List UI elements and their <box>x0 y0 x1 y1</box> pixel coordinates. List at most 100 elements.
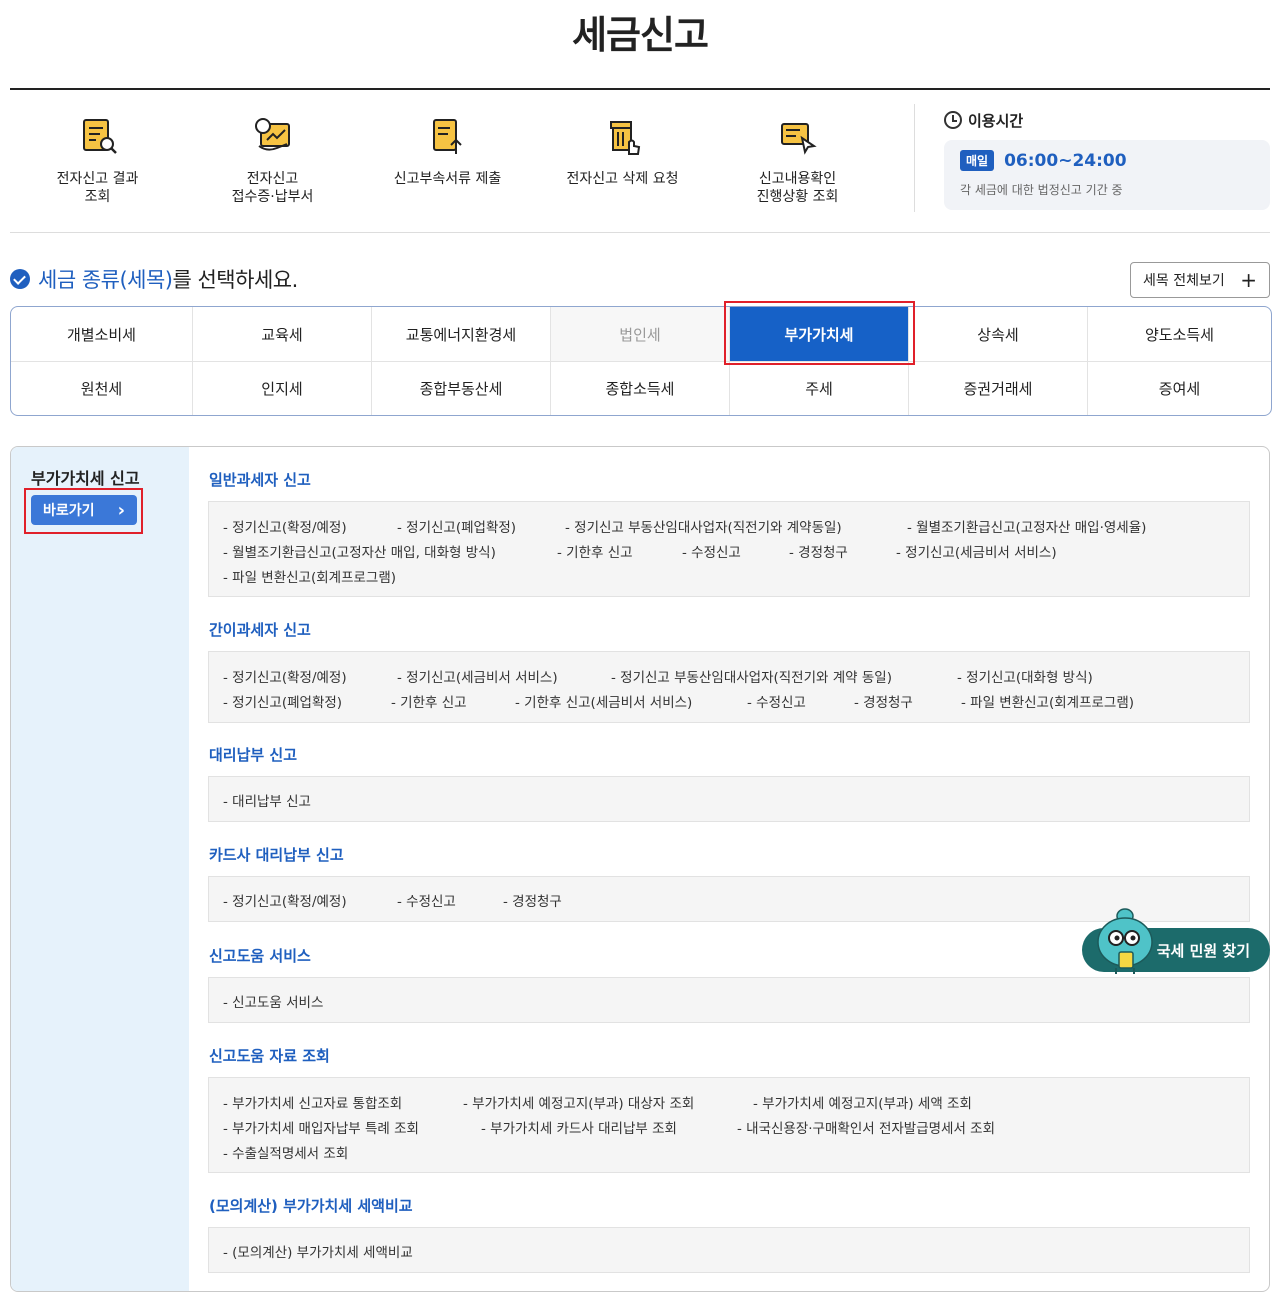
tax-tab-individual-consumption[interactable]: 개별소비세 <box>11 307 193 361</box>
section-box-help-service: - 신고도움 서비스 <box>208 977 1250 1023</box>
quick-menu-result-lookup[interactable]: 전자신고 결과 조회 <box>10 114 185 206</box>
link-item[interactable]: - 부가가치세 예정고지(부과) 세액 조회 <box>753 1092 972 1112</box>
section-title-general: 일반과세자 신고 <box>209 471 311 489</box>
link-item[interactable]: - 정기신고(세금비서 서비스) <box>896 541 1057 561</box>
link-item[interactable]: - 기한후 신고 <box>557 541 633 561</box>
service-hours: 이용시간 매일 06:00~24:00 각 세금에 대한 법정신고 기간 중 <box>944 108 1270 210</box>
quick-menu-attachment-submit[interactable]: 신고부속서류 제출 <box>360 114 535 188</box>
quick-menu-delete-request[interactable]: 전자신고 삭제 요청 <box>535 114 710 188</box>
link-item[interactable]: - 파일 변환신고(회계프로그램) <box>223 566 396 586</box>
link-item[interactable]: - 정기신고(대화형 방식) <box>957 666 1093 686</box>
plus-icon: + <box>1240 268 1257 292</box>
tax-select-heading-text: 를 선택하세요. <box>172 268 298 292</box>
daily-badge: 매일 <box>960 150 995 171</box>
link-item[interactable]: - 기한후 신고 <box>391 691 467 711</box>
section-divider <box>10 232 1270 233</box>
detail-side-title: 부가가치세 신고 <box>31 469 140 488</box>
link-item[interactable]: - 정기신고(폐업확정) <box>223 691 342 711</box>
section-title-help-data: 신고도움 자료 조회 <box>209 1047 330 1065</box>
tax-tab-liquor[interactable]: 주세 <box>730 361 909 415</box>
tax-tab-comprehensive-real-estate[interactable]: 종합부동산세 <box>372 361 551 415</box>
tax-service-finder-label: 국세 민원 찾기 <box>1156 941 1250 960</box>
quick-menu-label: 신고부속서류 제출 <box>393 171 502 187</box>
link-item[interactable]: - 수정신고 <box>397 890 456 910</box>
tax-select-heading: 세금 종류(세목)를 선택하세요. <box>10 264 298 294</box>
section-title-proxy-payment: 대리납부 신고 <box>209 746 298 764</box>
section-box-help-data: - 부가가치세 신고자료 통합조회 - 부가가치세 예정고지(부과) 대상자 조… <box>208 1077 1250 1173</box>
section-title-card-proxy: 카드사 대리납부 신고 <box>209 846 344 864</box>
link-item[interactable]: - 정기신고(확정/예정) <box>223 516 347 536</box>
service-hours-box: 매일 06:00~24:00 각 세금에 대한 법정신고 기간 중 <box>944 140 1270 210</box>
section-box-mock-calculation: - (모의계산) 부가가치세 세액비교 <box>208 1227 1250 1273</box>
section-box-simplified: - 정기신고(확정/예정) - 정기신고(세금비서 서비스) - 정기신고 부동… <box>208 651 1250 723</box>
link-item[interactable]: - 정기신고 부동산임대사업자(직전기와 계약 동일) <box>611 666 892 686</box>
view-all-tax-button[interactable]: 세목 전체보기 + <box>1130 262 1270 298</box>
quick-menu-label: 신고내용확인 진행상황 조회 <box>756 171 839 205</box>
quick-menu-label: 전자신고 결과 조회 <box>56 171 139 205</box>
document-upload-icon <box>432 119 462 154</box>
quick-menu: 전자신고 결과 조회 전자신고 접수증·납부서 신고부속서류 제출 전자신고 삭… <box>10 90 910 232</box>
receipt-icon <box>254 118 290 151</box>
tax-tab-corporate[interactable]: 법인세 <box>551 307 730 361</box>
link-item[interactable]: - 월별조기환급신고(고정자산 매입·영세율) <box>907 516 1146 536</box>
service-hours-header: 이용시간 <box>944 108 1270 132</box>
view-all-tax-label: 세목 전체보기 <box>1143 273 1225 289</box>
delete-request-icon <box>609 121 640 155</box>
quick-menu-progress-lookup[interactable]: 신고내용확인 진행상황 조회 <box>710 114 885 206</box>
link-item[interactable]: - 정기신고(폐업확정) <box>397 516 516 536</box>
link-item[interactable]: - 신고도움 서비스 <box>223 991 323 1011</box>
service-hours-title: 이용시간 <box>968 111 1024 130</box>
go-shortcut-label: 바로가기 <box>43 503 95 519</box>
link-item[interactable]: - (모의계산) 부가가치세 세액비교 <box>223 1241 413 1261</box>
section-title-simplified: 간이과세자 신고 <box>209 621 311 639</box>
section-title-help-service: 신고도움 서비스 <box>209 947 311 965</box>
tax-tab-inheritance[interactable]: 상속세 <box>909 307 1088 361</box>
link-item[interactable]: - 월별조기환급신고(고정자산 매입, 대화형 방식) <box>223 541 496 561</box>
link-item[interactable]: - 경정청구 <box>503 890 562 910</box>
link-item[interactable]: - 부가가치세 예정고지(부과) 대상자 조회 <box>463 1092 694 1112</box>
link-item[interactable]: - 정기신고 부동산임대사업자(직전기와 계약동일) <box>565 516 842 536</box>
section-box-proxy-payment: - 대리납부 신고 <box>208 776 1250 822</box>
link-item[interactable]: - 부가가치세 매입자납부 특례 조회 <box>223 1117 419 1137</box>
check-circle-icon <box>10 269 30 289</box>
mascot-icon <box>1097 908 1153 974</box>
link-item[interactable]: - 정기신고(세금비서 서비스) <box>397 666 558 686</box>
link-item[interactable]: - 내국신용장·구매확인서 전자발급명세서 조회 <box>737 1117 995 1137</box>
chevron-right-icon: › <box>117 499 125 521</box>
progress-check-icon <box>780 123 817 155</box>
tax-tab-securities-transaction[interactable]: 증권거래세 <box>909 361 1088 415</box>
link-item[interactable]: - 경정청구 <box>789 541 848 561</box>
tax-tab-education[interactable]: 교육세 <box>193 307 372 361</box>
tax-tab-capital-gains[interactable]: 양도소득세 <box>1088 307 1271 361</box>
link-item[interactable]: - 경정청구 <box>854 691 913 711</box>
document-search-icon <box>82 119 117 154</box>
tax-tab-transport-energy[interactable]: 교통에너지환경세 <box>372 307 551 361</box>
detail-sidebar: 부가가치세 신고 바로가기 › <box>11 447 189 1291</box>
link-item[interactable]: - 부가가치세 카드사 대리납부 조회 <box>481 1117 677 1137</box>
service-hours-time: 06:00~24:00 <box>1004 150 1127 171</box>
tax-type-grid: 개별소비세 교육세 교통에너지환경세 법인세 부가가치세 상속세 양도소득세 원… <box>10 306 1272 416</box>
page-title: 세금신고 <box>572 13 709 57</box>
tax-tab-vat[interactable]: 부가가치세 <box>730 307 909 361</box>
quick-menu-receipt[interactable]: 전자신고 접수증·납부서 <box>185 114 360 206</box>
tax-tab-gift[interactable]: 증여세 <box>1088 361 1271 415</box>
tax-tab-withholding[interactable]: 원천세 <box>11 361 193 415</box>
vat-detail-panel: 부가가치세 신고 바로가기 › 일반과세자 신고 - 정기신고(확정/예정) -… <box>10 446 1270 1292</box>
link-item[interactable]: - 부가가치세 신고자료 통합조회 <box>223 1092 402 1112</box>
section-box-general: - 정기신고(확정/예정) - 정기신고(폐업확정) - 정기신고 부동산임대사… <box>208 501 1250 597</box>
tax-tab-comprehensive-income[interactable]: 종합소득세 <box>551 361 730 415</box>
link-item[interactable]: - 정기신고(확정/예정) <box>223 890 347 910</box>
service-hours-note: 각 세금에 대한 법정신고 기간 중 <box>960 183 1123 197</box>
link-item[interactable]: - 정기신고(확정/예정) <box>223 666 347 686</box>
tax-tab-stamp[interactable]: 인지세 <box>193 361 372 415</box>
link-item[interactable]: - 기한후 신고(세금비서 서비스) <box>515 691 692 711</box>
quick-menu-label: 전자신고 삭제 요청 <box>566 171 679 187</box>
quick-menu-divider <box>914 104 915 212</box>
link-item[interactable]: - 파일 변환신고(회계프로그램) <box>961 691 1134 711</box>
link-item[interactable]: - 수정신고 <box>747 691 806 711</box>
clock-icon <box>944 111 962 129</box>
link-item[interactable]: - 수출실적명세서 조회 <box>223 1142 348 1162</box>
link-item[interactable]: - 대리납부 신고 <box>223 790 311 810</box>
go-shortcut-button[interactable]: 바로가기 › <box>31 495 137 525</box>
link-item[interactable]: - 수정신고 <box>682 541 741 561</box>
